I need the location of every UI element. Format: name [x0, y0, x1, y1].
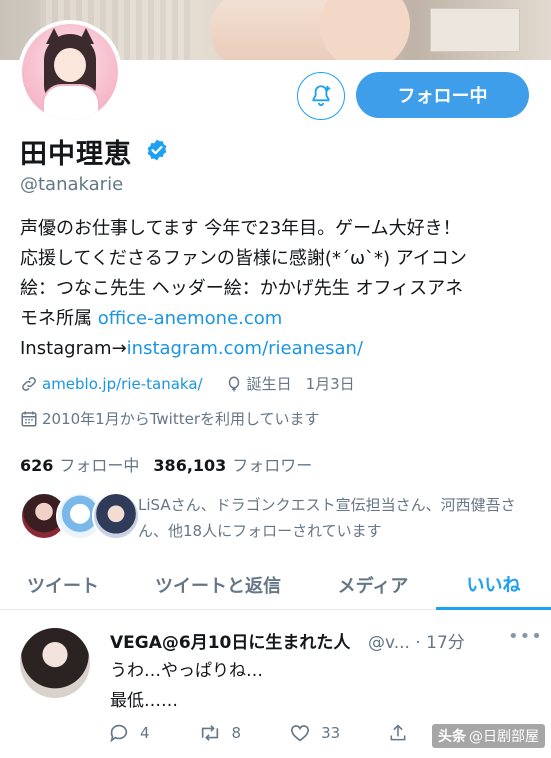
followers-count-link[interactable]: 386,103 フォロワー	[153, 452, 312, 476]
banner-decoration	[430, 8, 520, 52]
like-button[interactable]: 33	[289, 722, 340, 744]
retweet-count: 8	[231, 724, 242, 742]
bio-line: 絵：つなこ先生 ヘッダー絵：かかげ先生 オフィスアネ	[20, 278, 464, 299]
followers-you-know-text: LiSAさん、ドラゴンクエスト宣伝担当さん、河西健吾さん、他18人にフォローされ…	[138, 496, 516, 540]
verified-badge-icon	[147, 139, 167, 161]
avatar-image	[22, 24, 118, 120]
followers-you-know-avatars	[20, 492, 140, 542]
tweet-line: 最低……	[110, 691, 178, 711]
profile-website[interactable]: ameblo.jp/rie-tanaka/	[20, 375, 203, 393]
tweet-author-name[interactable]: VEGA@6月10日に生まれた人	[110, 628, 350, 653]
birthday-label: 誕生日	[246, 375, 292, 393]
following-button[interactable]: フォロー中	[356, 72, 529, 118]
followers-you-know[interactable]: LiSAさん、ドラゴンクエスト宣伝担当さん、河西健吾さん、他18人にフォローされ…	[20, 492, 540, 548]
following-count-link[interactable]: 626 フォロー中	[20, 452, 139, 476]
retweet-button[interactable]: 8	[198, 722, 242, 744]
profile-meta-row: ameblo.jp/rie-tanaka/ 誕生日 1月3日	[20, 373, 377, 394]
tweet-actions: 4 8 33	[108, 722, 466, 744]
bio-line: 声優のお仕事してます 今年で23年目。ゲーム大好き！	[20, 218, 461, 239]
website-link[interactable]: ameblo.jp/rie-tanaka/	[42, 375, 203, 393]
bio-link-office[interactable]: office-anemone.com	[98, 308, 283, 329]
link-icon	[22, 376, 36, 391]
watermark-text: @日剧部屋	[469, 729, 539, 745]
tweet-line: うわ…やっぱりね…	[110, 661, 263, 681]
profile-joined: 2010年1月からTwitterを利用しています	[20, 408, 320, 429]
bio-line: 応援してくださるファンの皆様に感謝(*´ω`*) アイコン	[20, 248, 467, 269]
tweet-handle-time: @v... · 17分	[368, 633, 465, 653]
calendar-icon	[21, 411, 37, 426]
display-name: 田中理恵	[20, 139, 132, 170]
profile-tabs: ツイート ツイートと返信 メディア いいね	[0, 560, 551, 610]
followers-count: 386,103	[153, 456, 227, 475]
profile-birthday: 誕生日 1月3日	[225, 373, 355, 394]
joined-text: 2010年1月からTwitterを利用しています	[42, 410, 320, 428]
bell-plus-icon	[312, 85, 331, 107]
balloon-icon	[228, 376, 239, 391]
reply-count: 4	[140, 724, 150, 742]
reply-icon	[110, 724, 128, 743]
watermark: 头条 @日剧部屋	[432, 724, 545, 748]
tab-likes[interactable]: いいね	[436, 560, 551, 610]
watermark-logo: 头条	[438, 729, 466, 745]
following-count: 626	[20, 456, 54, 475]
avatar	[92, 492, 140, 540]
bio-text: Instagram→	[20, 338, 127, 359]
followers-label: フォロワー	[232, 456, 313, 475]
profile-joined-row: 2010年1月からTwitterを利用しています	[20, 408, 342, 429]
tab-tweets-and-replies[interactable]: ツイートと返信	[126, 560, 310, 610]
notifications-bell-button[interactable]	[297, 72, 345, 120]
tab-media[interactable]: メディア	[310, 560, 436, 610]
follow-counts: 626 フォロー中 386,103 フォロワー	[20, 452, 326, 476]
profile-bio: 声優のお仕事してます 今年で23年目。ゲーム大好き！ 応援してくださるファンの皆…	[20, 214, 540, 364]
share-icon	[390, 724, 406, 741]
tab-tweets[interactable]: ツイート	[0, 560, 126, 610]
bio-line: モネ所属 office-anemone.com	[20, 304, 540, 334]
tweet-text: うわ…やっぱりね… 最低……	[110, 656, 263, 716]
reply-button[interactable]: 4	[108, 722, 150, 744]
bio-text: モネ所属	[20, 308, 98, 329]
birthday-value: 1月3日	[305, 375, 355, 393]
bio-line: Instagram→instagram.com/rieanesan/	[20, 334, 540, 364]
share-button[interactable]	[388, 723, 418, 743]
profile-avatar[interactable]	[18, 20, 122, 124]
following-label: フォロー中	[59, 456, 140, 475]
like-count: 33	[321, 724, 341, 742]
tweet-more-icon[interactable]: •••	[508, 626, 543, 647]
heart-icon	[291, 725, 310, 742]
bio-link-instagram[interactable]: instagram.com/rieanesan/	[127, 338, 363, 359]
retweet-icon	[201, 725, 218, 741]
tweet-avatar[interactable]	[20, 628, 90, 698]
profile-handle: @tanakarie	[20, 174, 124, 195]
banner-decoration	[320, 0, 410, 60]
